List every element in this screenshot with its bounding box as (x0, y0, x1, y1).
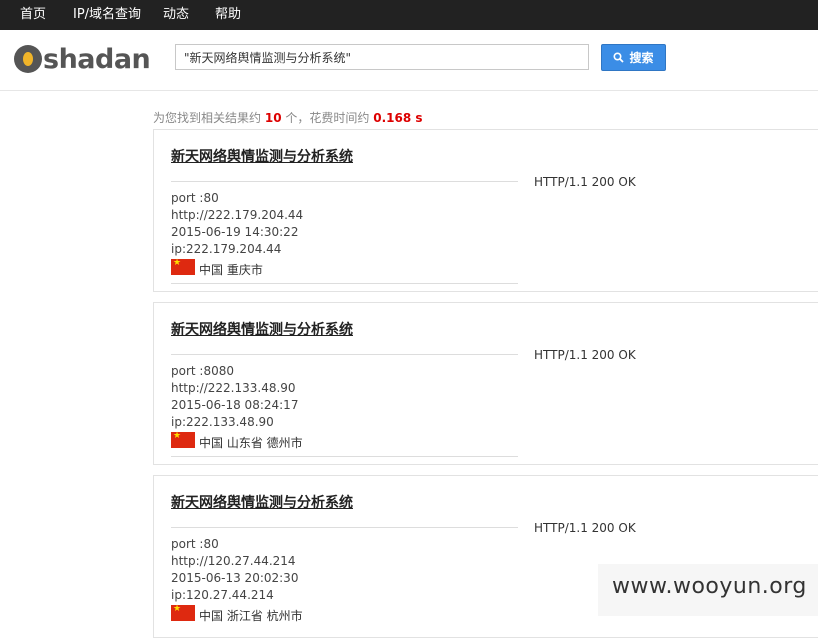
result-card: 新天网络舆情监测与分析系统 port :80 http://222.179.20… (153, 129, 818, 292)
divider (171, 527, 518, 528)
nav-ip-domain-query[interactable]: IP/域名查询 (73, 0, 141, 30)
result-date: 2015-06-13 20:02:30 (171, 571, 299, 585)
logo[interactable]: shadan (14, 42, 151, 76)
search-button[interactable]: 搜索 (601, 44, 666, 71)
result-card: 新天网络舆情监测与分析系统 port :8080 http://222.133.… (153, 302, 818, 465)
top-nav: 首页 IP/域名查询 动态 帮助 (0, 0, 818, 30)
china-flag-icon (171, 431, 195, 448)
result-http-status: HTTP/1.1 200 OK (534, 348, 636, 362)
result-summary: 为您找到相关结果约 10 个，花费时间约 0.168 s (153, 109, 423, 126)
result-title-link[interactable]: 新天网络舆情监测与分析系统 (171, 146, 353, 166)
divider (171, 456, 518, 457)
search-icon (613, 52, 625, 63)
search-time: 0.168 s (373, 111, 423, 125)
result-http-status: HTTP/1.1 200 OK (534, 521, 636, 535)
summary-prefix: 为您找到相关结果约 (153, 111, 262, 125)
search-button-label: 搜索 (629, 51, 654, 65)
nav-home[interactable]: 首页 (20, 0, 46, 30)
result-port: port :80 (171, 191, 219, 205)
result-http-status: HTTP/1.1 200 OK (534, 175, 636, 189)
nav-news[interactable]: 动态 (163, 0, 189, 30)
logo-text: shadan (43, 43, 151, 75)
result-count: 10 (264, 111, 282, 125)
result-port: port :8080 (171, 364, 234, 378)
result-date: 2015-06-18 08:24:17 (171, 398, 299, 412)
watermark-text: www.wooyun.org (612, 574, 807, 599)
header: shadan 搜索 (0, 30, 818, 91)
divider (171, 283, 518, 284)
result-title-link[interactable]: 新天网络舆情监测与分析系统 (171, 319, 353, 339)
result-url[interactable]: http://222.179.204.44 (171, 208, 303, 222)
result-port: port :80 (171, 537, 219, 551)
result-ip[interactable]: ip:222.179.204.44 (171, 242, 281, 256)
nav-help[interactable]: 帮助 (215, 0, 241, 30)
result-location: 中国 山东省 德州市 (199, 436, 303, 450)
divider (171, 354, 518, 355)
logo-icon (14, 45, 42, 73)
result-url[interactable]: http://120.27.44.214 (171, 554, 296, 568)
china-flag-icon (171, 604, 195, 621)
search-input[interactable] (175, 44, 589, 70)
result-ip[interactable]: ip:120.27.44.214 (171, 588, 274, 602)
divider (171, 181, 518, 182)
china-flag-icon (171, 258, 195, 275)
summary-middle: 个，花费时间约 (285, 111, 370, 125)
result-location: 中国 重庆市 (199, 263, 263, 277)
watermark: www.wooyun.org (598, 564, 818, 616)
result-date: 2015-06-19 14:30:22 (171, 225, 299, 239)
result-title-link[interactable]: 新天网络舆情监测与分析系统 (171, 492, 353, 512)
result-ip[interactable]: ip:222.133.48.90 (171, 415, 274, 429)
result-url[interactable]: http://222.133.48.90 (171, 381, 296, 395)
